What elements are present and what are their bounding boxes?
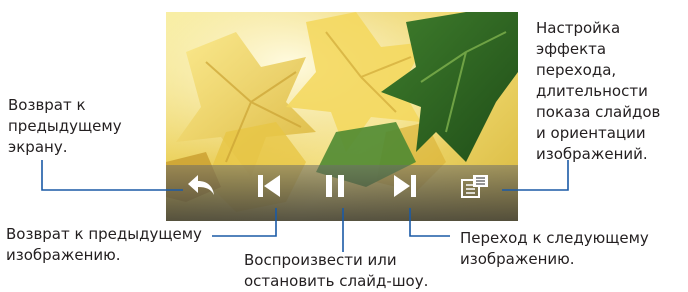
next-image-button[interactable]	[392, 173, 432, 213]
slideshow-screen	[166, 12, 518, 221]
pause-icon	[326, 175, 344, 197]
back-arrow-icon	[188, 175, 214, 195]
callout-next-image: Переход к следующему изображению.	[460, 229, 649, 268]
slideshow-toolbar	[166, 165, 518, 221]
leader-back	[41, 160, 183, 191]
callout-previous-image: Возврат к предыдущему изображению.	[6, 225, 202, 264]
play-pause-button[interactable]	[324, 173, 364, 213]
menu-button[interactable]	[460, 173, 500, 213]
skip-previous-icon	[258, 175, 280, 197]
callout-play-pause: Воспроизвести или остановить слайд-шоу.	[244, 251, 429, 290]
skip-next-icon	[394, 175, 416, 197]
callout-back-screen: Возврат к предыдущему экрану.	[8, 96, 122, 156]
callout-settings: Настройка эффекта перехода, длительности…	[536, 19, 661, 163]
previous-image-button[interactable]	[256, 173, 296, 213]
back-button[interactable]	[186, 173, 226, 213]
menu-list-icon	[461, 175, 488, 198]
